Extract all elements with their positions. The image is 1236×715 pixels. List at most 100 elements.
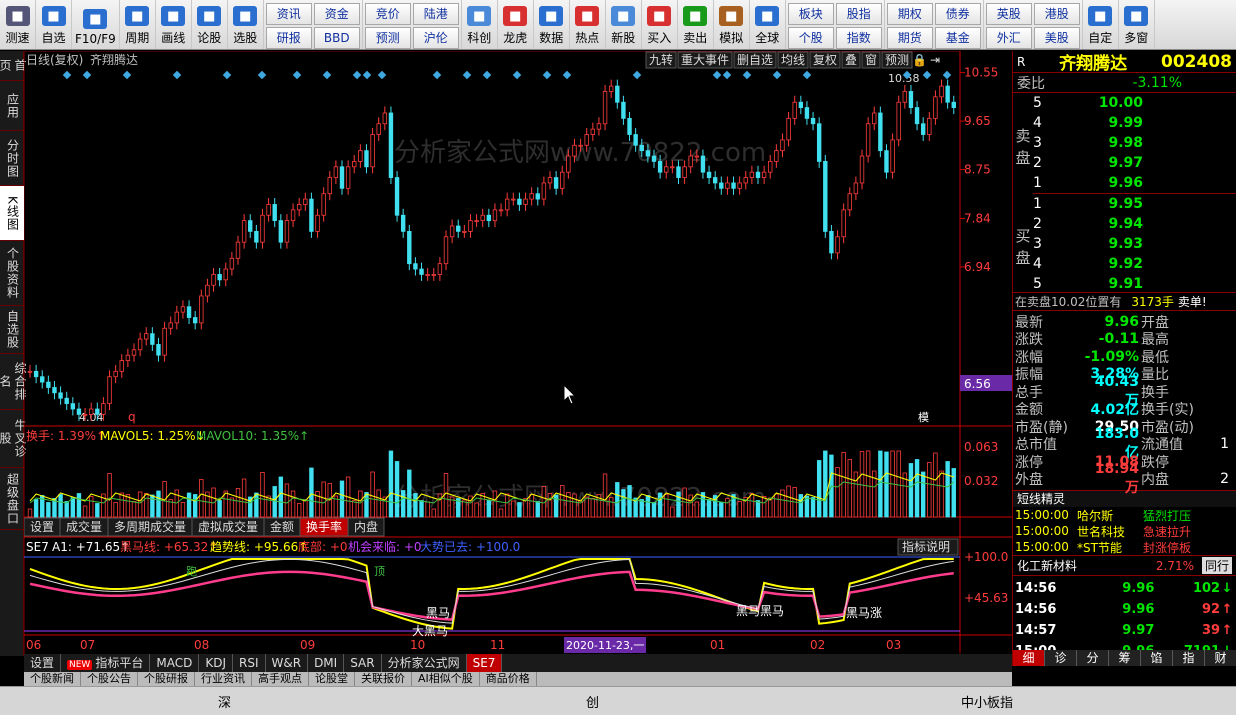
volume-tab-0[interactable]: 设置	[30, 520, 54, 534]
right-tab-3[interactable]: 筹	[1109, 650, 1141, 666]
toolbar2-button-1[interactable]: ■ 龙虎	[498, 0, 534, 49]
sell-level-2[interactable]: 2 9.97	[1033, 153, 1236, 173]
right-tab-5[interactable]: 指	[1173, 650, 1205, 666]
toolbar-button-0[interactable]: ■ 测速	[0, 0, 36, 49]
toolbar-grid-a-item-2[interactable]: 研报	[265, 27, 312, 49]
event-diamond[interactable]	[377, 70, 387, 80]
chart-header-btn-2[interactable]: 删自选	[737, 53, 773, 67]
sell-level-5[interactable]: 5 10.00	[1033, 93, 1236, 113]
bottom-tab-5[interactable]: W&R	[266, 654, 309, 672]
buy-level-1[interactable]: 1 9.95	[1033, 194, 1236, 214]
bottom-tab-0[interactable]: 设置	[24, 654, 62, 672]
index-zhongxiaoban[interactable]: 中小板指	[961, 692, 1013, 711]
chart-header-btn-0[interactable]: 九转	[649, 52, 673, 67]
event-diamond[interactable]	[722, 70, 732, 80]
bottom-tab-4[interactable]: RSI	[233, 654, 266, 672]
event-diamond[interactable]	[942, 70, 952, 80]
toolbar2-button-8[interactable]: ■ 全球	[750, 0, 786, 49]
toolbar-grid-d-item-2[interactable]: 期货	[886, 27, 933, 49]
right-tab-0[interactable]: 细	[1013, 650, 1045, 666]
side-tab-4[interactable]: 个股资料	[0, 241, 24, 306]
chart-header-btn-4[interactable]: 复权	[813, 53, 837, 67]
toolbar-grid-c-item-3[interactable]: 指数	[835, 27, 882, 49]
lock-icon[interactable]: 🔒	[912, 53, 927, 67]
toolbar-grid-e-item-1[interactable]: 港股	[1033, 3, 1080, 25]
event-diamond[interactable]	[512, 70, 522, 80]
toolbar3-button-1[interactable]: ■ 多窗	[1119, 0, 1155, 49]
event-diamond[interactable]	[922, 70, 932, 80]
side-tab-0[interactable]: 首页	[0, 51, 27, 81]
chart-header-btn-6[interactable]: 窗	[865, 53, 877, 67]
toolbar-grid-b-item-0[interactable]: 竞价	[364, 3, 411, 25]
event-diamond[interactable]	[257, 70, 267, 80]
right-tab-1[interactable]: 诊	[1045, 650, 1077, 666]
event-diamond[interactable]	[482, 70, 492, 80]
info-tab-0[interactable]: 个股新闻	[24, 672, 81, 686]
toolbar-button-2[interactable]: ■ F10/F9	[72, 0, 120, 49]
bottom-tab-6[interactable]: DMI	[308, 654, 345, 672]
info-tab-5[interactable]: 论股堂	[309, 672, 355, 686]
event-diamond[interactable]	[292, 70, 302, 80]
toolbar-button-5[interactable]: ■ 论股	[192, 0, 228, 49]
kline-chart-area[interactable]: 日线(复权) 齐翔腾达 九转 重大事件 删自选 均线 复权叠窗预测 🔒 ⇥ 分析家公式网www.7…	[24, 51, 1012, 657]
info-tab-3[interactable]: 行业资讯	[195, 672, 252, 686]
event-diamond[interactable]	[362, 70, 372, 80]
sell-level-1[interactable]: 1 9.96	[1033, 173, 1236, 193]
toolbar-button-6[interactable]: ■ 选股	[228, 0, 264, 49]
sell-level-3[interactable]: 3 9.98	[1033, 133, 1236, 153]
chart-header-btn-7[interactable]: 预测	[885, 53, 909, 67]
right-tab-4[interactable]: 馅	[1141, 650, 1173, 666]
toolbar2-button-5[interactable]: ■ 买入	[642, 0, 678, 49]
event-diamond[interactable]	[712, 70, 722, 80]
side-tab-7[interactable]: 牛叉诊股	[0, 410, 27, 468]
event-diamond[interactable]	[432, 70, 442, 80]
event-diamond[interactable]	[742, 70, 752, 80]
side-tab-2[interactable]: 分时图	[0, 131, 24, 186]
right-tab-6[interactable]: 财	[1205, 650, 1236, 666]
buy-level-3[interactable]: 3 9.93	[1033, 234, 1236, 254]
info-tab-4[interactable]: 高手观点	[252, 672, 309, 686]
event-diamond[interactable]	[82, 70, 92, 80]
toolbar-grid-e-item-2[interactable]: 外汇	[985, 27, 1032, 49]
buy-level-2[interactable]: 2 9.94	[1033, 214, 1236, 234]
sell-level-4[interactable]: 4 9.99	[1033, 113, 1236, 133]
toolbar-grid-c-item-2[interactable]: 个股	[787, 27, 834, 49]
toolbar-grid-b-item-1[interactable]: 陆港	[412, 3, 459, 25]
toolbar-button-4[interactable]: ■ 画线	[156, 0, 192, 49]
event-diamond[interactable]	[772, 70, 782, 80]
event-diamond[interactable]	[172, 70, 182, 80]
bottom-tab-9[interactable]: SE7	[466, 654, 503, 672]
toolbar2-button-2[interactable]: ■ 数据	[534, 0, 570, 49]
toolbar2-button-7[interactable]: ■ 模拟	[714, 0, 750, 49]
chart-header-btn-1[interactable]: 重大事件	[681, 53, 729, 67]
jingling-item-1[interactable]: 15:00:00 世名科技 急速拉升	[1013, 523, 1236, 539]
toolbar2-button-0[interactable]: ■ 科创	[462, 0, 498, 49]
buy-level-5[interactable]: 5 9.91	[1033, 274, 1236, 294]
info-tab-1[interactable]: 个股公告	[81, 672, 138, 686]
toolbar-button-1[interactable]: ■ 自选	[36, 0, 72, 49]
toolbar-button-3[interactable]: ■ 周期	[120, 0, 156, 49]
toolbar-grid-c-item-1[interactable]: 股指	[835, 3, 882, 25]
toolbar-grid-c-item-0[interactable]: 板块	[787, 3, 834, 25]
volume-tab-1[interactable]: 成交量	[66, 519, 102, 534]
indicator-help-button[interactable]: 指标说明	[902, 539, 950, 554]
toolbar-grid-b-item-2[interactable]: 预测	[364, 27, 411, 49]
jingling-item-0[interactable]: 15:00:00 哈尔斯 猛烈打压	[1013, 507, 1236, 523]
event-diamond[interactable]	[352, 70, 362, 80]
toolbar-grid-d-item-3[interactable]: 基金	[934, 27, 981, 49]
toolbar3-button-0[interactable]: ■ 自定	[1083, 0, 1119, 49]
toolbar2-button-6[interactable]: ■ 卖出	[678, 0, 714, 49]
toolbar-grid-e-item-3[interactable]: 美股	[1033, 27, 1080, 49]
buy-level-4[interactable]: 4 9.92	[1033, 254, 1236, 274]
toolbar2-button-3[interactable]: ■ 热点	[570, 0, 606, 49]
chart-header-btn-5[interactable]: 叠	[845, 53, 857, 67]
volume-tab-3[interactable]: 虚拟成交量	[198, 519, 258, 534]
side-tab-8[interactable]: 超级盘口	[0, 468, 24, 530]
event-diamond[interactable]	[462, 70, 472, 80]
volume-tab-5[interactable]: 换手率	[306, 519, 342, 534]
bottom-tab-8[interactable]: 分析家公式网	[382, 654, 467, 672]
toolbar-grid-d-item-1[interactable]: 债券	[934, 3, 981, 25]
toolbar-grid-a-item-1[interactable]: 资金	[313, 3, 360, 25]
toolbar-grid-b-item-3[interactable]: 沪伦	[412, 27, 459, 49]
bottom-tab-3[interactable]: KDJ	[199, 654, 233, 672]
